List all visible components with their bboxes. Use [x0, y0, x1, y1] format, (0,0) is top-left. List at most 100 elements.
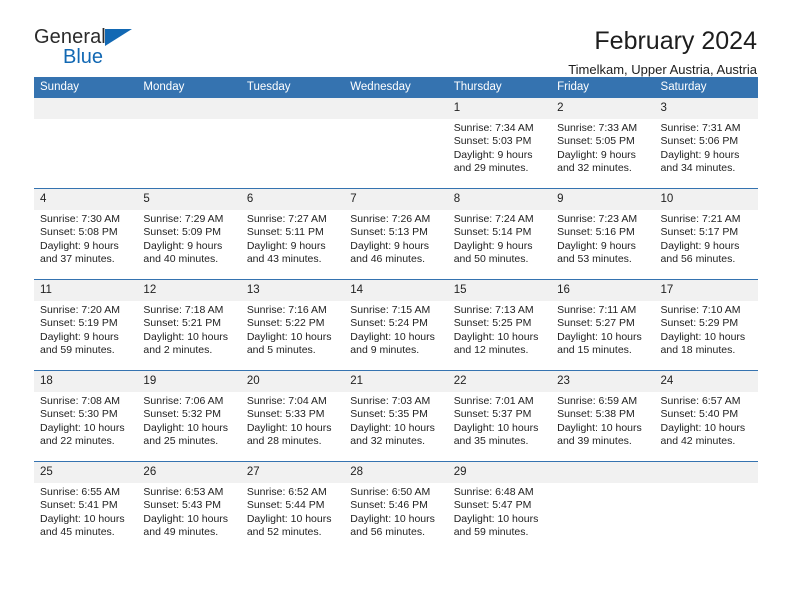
day-details: Sunrise: 7:29 AM Sunset: 5:09 PM Daylight:… — [137, 210, 240, 267]
calendar-day-cell[interactable]: 4 Sunrise: 7:30 AM Sunset: 5:08 PM Daylight… — [34, 189, 138, 279]
calendar-day-cell[interactable]: 27 Sunrise: 6:52 AM Sunset: 5:44 PM Dayligh… — [240, 462, 345, 552]
calendar-day-cell-empty — [654, 462, 758, 552]
calendar-day-cell[interactable]: 14 Sunrise: 7:15 AM Sunset: 5:24 PM Dayligh… — [344, 280, 448, 370]
day-details: Sunrise: 7:13 AM Sunset: 5:25 PM Daylight:… — [448, 301, 551, 358]
calendar-day-cell[interactable]: 21 Sunrise: 7:03 AM Sunset: 5:35 PM Dayligh… — [344, 371, 448, 461]
daylight-text: and 25 minutes. — [143, 435, 219, 448]
day-number: 6 — [240, 189, 345, 210]
sunset-text: Sunset: 5:05 PM — [557, 135, 635, 148]
day-details: Sunrise: 7:34 AM Sunset: 5:03 PM Daylight:… — [448, 119, 551, 176]
sunset-text: Sunset: 5:16 PM — [557, 226, 635, 239]
calendar-day-cell[interactable]: 13 Sunrise: 7:16 AM Sunset: 5:22 PM Dayligh… — [240, 280, 345, 370]
sunrise-text: Sunrise: 7:31 AM — [660, 122, 741, 134]
calendar-week-row: 25 Sunrise: 6:55 AM Sunset: 5:41 PM Dayligh… — [34, 461, 758, 552]
calendar-day-cell[interactable]: 11 Sunrise: 7:20 AM Sunset: 5:19 PM Dayligh… — [34, 280, 138, 370]
calendar-day-cell[interactable]: 16 Sunrise: 7:11 AM Sunset: 5:27 PM Dayligh… — [551, 280, 655, 370]
calendar-day-cell-empty — [344, 98, 448, 188]
day-number: 23 — [551, 371, 655, 392]
weekday-header-wednesday: Wednesday — [344, 77, 448, 98]
daylight-text: Daylight: 10 hours — [246, 512, 332, 525]
day-number: 24 — [654, 371, 758, 392]
daylight-text: and 29 minutes. — [453, 162, 529, 175]
sunset-text: Sunset: 5:40 PM — [660, 408, 739, 421]
daylight-text: and 49 minutes. — [143, 526, 219, 539]
daylight-text: Daylight: 10 hours — [453, 421, 539, 434]
calendar-day-cell[interactable]: 6 Sunrise: 7:27 AM Sunset: 5:11 PM Daylight… — [240, 189, 345, 279]
sunrise-text: Sunrise: 6:50 AM — [350, 486, 431, 498]
daylight-text: and 43 minutes. — [246, 253, 322, 266]
logo-word-general: General — [34, 26, 106, 48]
daylight-text: Daylight: 10 hours — [350, 421, 435, 434]
sunrise-text: Sunrise: 6:52 AM — [246, 486, 327, 498]
calendar-day-cell[interactable]: 9 Sunrise: 7:23 AM Sunset: 5:16 PM Daylight… — [551, 189, 655, 279]
calendar-day-cell[interactable]: 2 Sunrise: 7:33 AM Sunset: 5:05 PM Daylight… — [551, 98, 655, 188]
sunrise-text: Sunrise: 7:18 AM — [143, 304, 224, 316]
calendar-day-cell[interactable]: 5 Sunrise: 7:29 AM Sunset: 5:09 PM Daylight… — [137, 189, 241, 279]
daylight-text: Daylight: 10 hours — [40, 421, 125, 434]
calendar-day-cell[interactable]: 26 Sunrise: 6:53 AM Sunset: 5:43 PM Dayligh… — [137, 462, 241, 552]
sunrise-text: Sunrise: 7:33 AM — [557, 122, 638, 134]
day-details: Sunrise: 6:48 AM Sunset: 5:47 PM Daylight:… — [448, 483, 551, 540]
calendar-day-cell[interactable]: 3 Sunrise: 7:31 AM Sunset: 5:06 PM Daylight… — [654, 98, 758, 188]
day-number: 4 — [34, 189, 138, 210]
day-number: 17 — [654, 280, 758, 301]
calendar-day-cell[interactable]: 12 Sunrise: 7:18 AM Sunset: 5:21 PM Dayligh… — [137, 280, 241, 370]
general-blue-logo[interactable]: General Blue — [34, 26, 154, 74]
sunset-text: Sunset: 5:17 PM — [660, 226, 739, 239]
day-details: Sunrise: 7:31 AM Sunset: 5:06 PM Daylight:… — [655, 119, 758, 176]
sunrise-text: Sunrise: 6:57 AM — [660, 395, 741, 407]
calendar-day-cell[interactable]: 8 Sunrise: 7:24 AM Sunset: 5:14 PM Daylight… — [447, 189, 552, 279]
day-details: Sunrise: 7:21 AM Sunset: 5:17 PM Daylight:… — [655, 210, 758, 267]
daylight-text: and 40 minutes. — [143, 253, 219, 266]
day-number: 18 — [34, 371, 138, 392]
day-details: Sunrise: 7:15 AM Sunset: 5:24 PM Daylight:… — [344, 301, 447, 358]
daylight-text: and 37 minutes. — [40, 253, 115, 266]
calendar-day-cell[interactable]: 29 Sunrise: 6:48 AM Sunset: 5:47 PM Dayligh… — [447, 462, 552, 552]
day-details: Sunrise: 7:01 AM Sunset: 5:37 PM Daylight:… — [448, 392, 551, 449]
calendar-day-cell[interactable]: 17 Sunrise: 7:10 AM Sunset: 5:29 PM Dayligh… — [654, 280, 758, 370]
daylight-text: Daylight: 10 hours — [350, 512, 435, 525]
sunset-text: Sunset: 5:09 PM — [143, 226, 222, 239]
calendar-day-cell[interactable]: 15 Sunrise: 7:13 AM Sunset: 5:25 PM Dayligh… — [447, 280, 552, 370]
daylight-text: Daylight: 9 hours — [350, 239, 430, 252]
day-details — [34, 119, 137, 122]
sunset-text: Sunset: 5:29 PM — [660, 317, 739, 330]
calendar-day-cell[interactable]: 25 Sunrise: 6:55 AM Sunset: 5:41 PM Dayligh… — [34, 462, 138, 552]
calendar-day-cell[interactable]: 28 Sunrise: 6:50 AM Sunset: 5:46 PM Dayligh… — [344, 462, 448, 552]
sunset-text: Sunset: 5:35 PM — [350, 408, 428, 421]
calendar-day-cell[interactable]: 19 Sunrise: 7:06 AM Sunset: 5:32 PM Dayligh… — [137, 371, 241, 461]
calendar-day-cell[interactable]: 20 Sunrise: 7:04 AM Sunset: 5:33 PM Dayligh… — [240, 371, 345, 461]
day-number: 28 — [344, 462, 448, 483]
calendar-day-cell[interactable]: 24 Sunrise: 6:57 AM Sunset: 5:40 PM Dayligh… — [654, 371, 758, 461]
sunset-text: Sunset: 5:46 PM — [350, 499, 428, 512]
daylight-text: Daylight: 9 hours — [40, 330, 119, 343]
day-number: 10 — [654, 189, 758, 210]
calendar-day-cell[interactable]: 22 Sunrise: 7:01 AM Sunset: 5:37 PM Dayligh… — [447, 371, 552, 461]
sunset-text: Sunset: 5:21 PM — [143, 317, 222, 330]
daylight-text: and 59 minutes. — [453, 526, 529, 539]
calendar-day-cell[interactable]: 1 Sunrise: 7:34 AM Sunset: 5:03 PM Daylight… — [447, 98, 552, 188]
day-number — [137, 98, 241, 119]
day-details — [551, 483, 654, 486]
calendar-day-cell[interactable]: 18 Sunrise: 7:08 AM Sunset: 5:30 PM Dayligh… — [34, 371, 138, 461]
sunrise-text: Sunrise: 7:20 AM — [40, 304, 120, 316]
day-details: Sunrise: 7:16 AM Sunset: 5:22 PM Daylight:… — [241, 301, 344, 358]
page-title: February 2024 — [594, 27, 757, 55]
sunset-text: Sunset: 5:08 PM — [40, 226, 118, 239]
day-number: 2 — [551, 98, 655, 119]
calendar-day-cell-empty — [34, 98, 138, 188]
sunrise-text: Sunrise: 7:01 AM — [453, 395, 534, 407]
day-number — [654, 462, 758, 483]
calendar-day-cell[interactable]: 7 Sunrise: 7:26 AM Sunset: 5:13 PM Daylight… — [344, 189, 448, 279]
calendar-day-cell[interactable]: 23 Sunrise: 6:59 AM Sunset: 5:38 PM Dayligh… — [551, 371, 655, 461]
daylight-text: Daylight: 10 hours — [246, 421, 332, 434]
blue-triangle-icon — [105, 29, 132, 46]
sunset-text: Sunset: 5:03 PM — [453, 135, 532, 148]
sunset-text: Sunset: 5:19 PM — [40, 317, 118, 330]
sunrise-text: Sunrise: 7:11 AM — [557, 304, 637, 316]
sunset-text: Sunset: 5:22 PM — [246, 317, 325, 330]
day-number: 7 — [344, 189, 448, 210]
page-header: General Blue February 2024 Timelkam, Upp… — [34, 0, 758, 77]
daylight-text: Daylight: 10 hours — [453, 330, 539, 343]
calendar-day-cell[interactable]: 10 Sunrise: 7:21 AM Sunset: 5:17 PM Dayligh… — [654, 189, 758, 279]
